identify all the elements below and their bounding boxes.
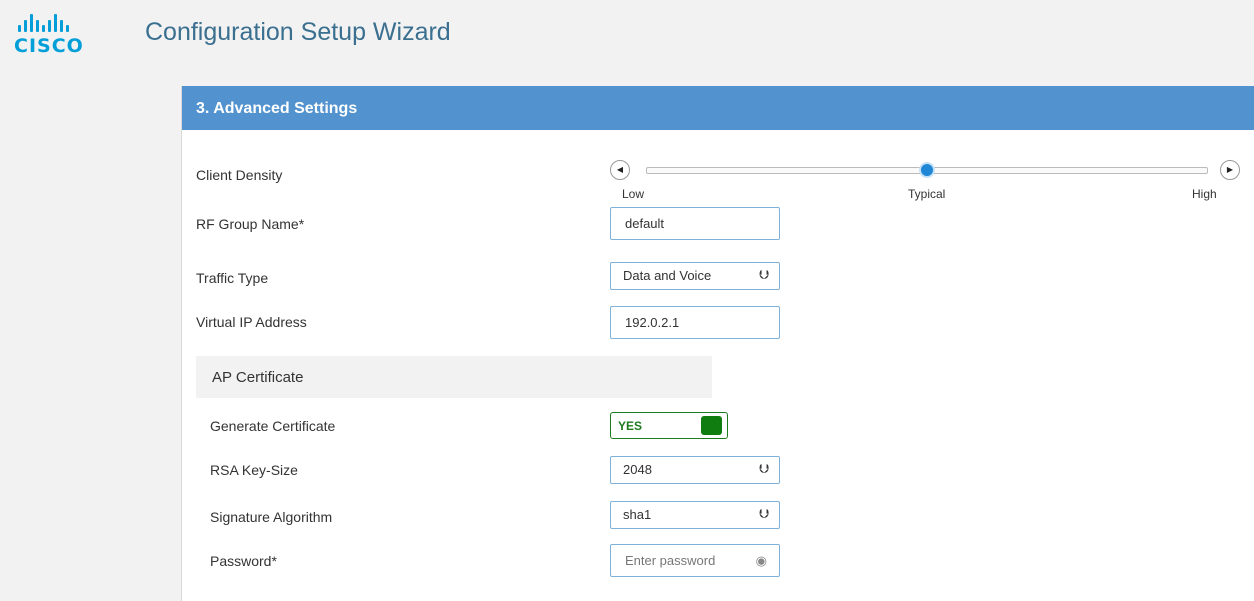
slider-right-arrow-icon[interactable]: ▶ xyxy=(1220,160,1240,180)
virtual-ip-input[interactable]: 192.0.2.1 xyxy=(610,306,780,339)
top-bar: CISCO Configuration Setup Wizard xyxy=(0,0,1254,86)
toggle-knob[interactable] xyxy=(701,416,722,435)
rsa-key-size-value: 2048 xyxy=(623,462,652,477)
logo-text: CISCO xyxy=(14,35,84,57)
generate-certificate-label: Generate Certificate xyxy=(210,418,336,434)
rf-group-name-label: RF Group Name* xyxy=(196,216,305,232)
ap-certificate-section: AP Certificate xyxy=(196,356,712,398)
password-input[interactable]: Enter password ◉ xyxy=(610,544,780,577)
slider-thumb[interactable] xyxy=(919,162,935,178)
traffic-type-select[interactable]: Data and Voice ⮋ xyxy=(610,262,780,290)
logo-bars xyxy=(18,14,104,32)
traffic-type-value: Data and Voice xyxy=(623,268,712,283)
signature-algorithm-select[interactable]: sha1 ⮋ xyxy=(610,501,780,529)
slider-label-typical: Typical xyxy=(908,187,946,201)
slider-label-high: High xyxy=(1192,187,1217,201)
signature-algorithm-value: sha1 xyxy=(623,507,652,522)
virtual-ip-value: 192.0.2.1 xyxy=(625,315,680,330)
rsa-key-size-select[interactable]: 2048 ⮋ xyxy=(610,456,780,484)
generate-certificate-toggle[interactable]: YES xyxy=(610,412,728,439)
slider-left-arrow-icon[interactable]: ◀ xyxy=(610,160,630,180)
rf-group-name-value: default xyxy=(625,216,665,231)
chevron-down-icon: ⮋ xyxy=(759,461,769,476)
cisco-logo-icon: CISCO xyxy=(14,14,104,64)
password-placeholder: Enter password xyxy=(625,553,716,568)
eye-slash-icon[interactable]: ◉ xyxy=(756,553,767,569)
panel-title: 3. Advanced Settings xyxy=(182,86,1254,130)
chevron-down-icon: ⮋ xyxy=(759,506,769,521)
toggle-state-text: YES xyxy=(618,419,643,433)
slider-label-low: Low xyxy=(622,187,645,201)
password-label: Password* xyxy=(210,553,277,569)
signature-algorithm-label: Signature Algorithm xyxy=(210,509,333,525)
rsa-key-size-label: RSA Key-Size xyxy=(210,462,298,478)
client-density-slider[interactable]: ◀ ▶ Low Typical High xyxy=(610,160,1240,206)
chevron-down-icon: ⮋ xyxy=(759,267,769,282)
traffic-type-label: Traffic Type xyxy=(196,270,269,286)
ap-certificate-title: AP Certificate xyxy=(212,369,304,386)
app-title: Configuration Setup Wizard xyxy=(145,18,451,46)
rf-group-name-input[interactable]: default xyxy=(610,207,780,240)
advanced-settings-panel: 3. Advanced Settings Client Density ◀ ▶ … xyxy=(181,86,1254,601)
client-density-label: Client Density xyxy=(196,167,283,183)
virtual-ip-label: Virtual IP Address xyxy=(196,314,307,330)
